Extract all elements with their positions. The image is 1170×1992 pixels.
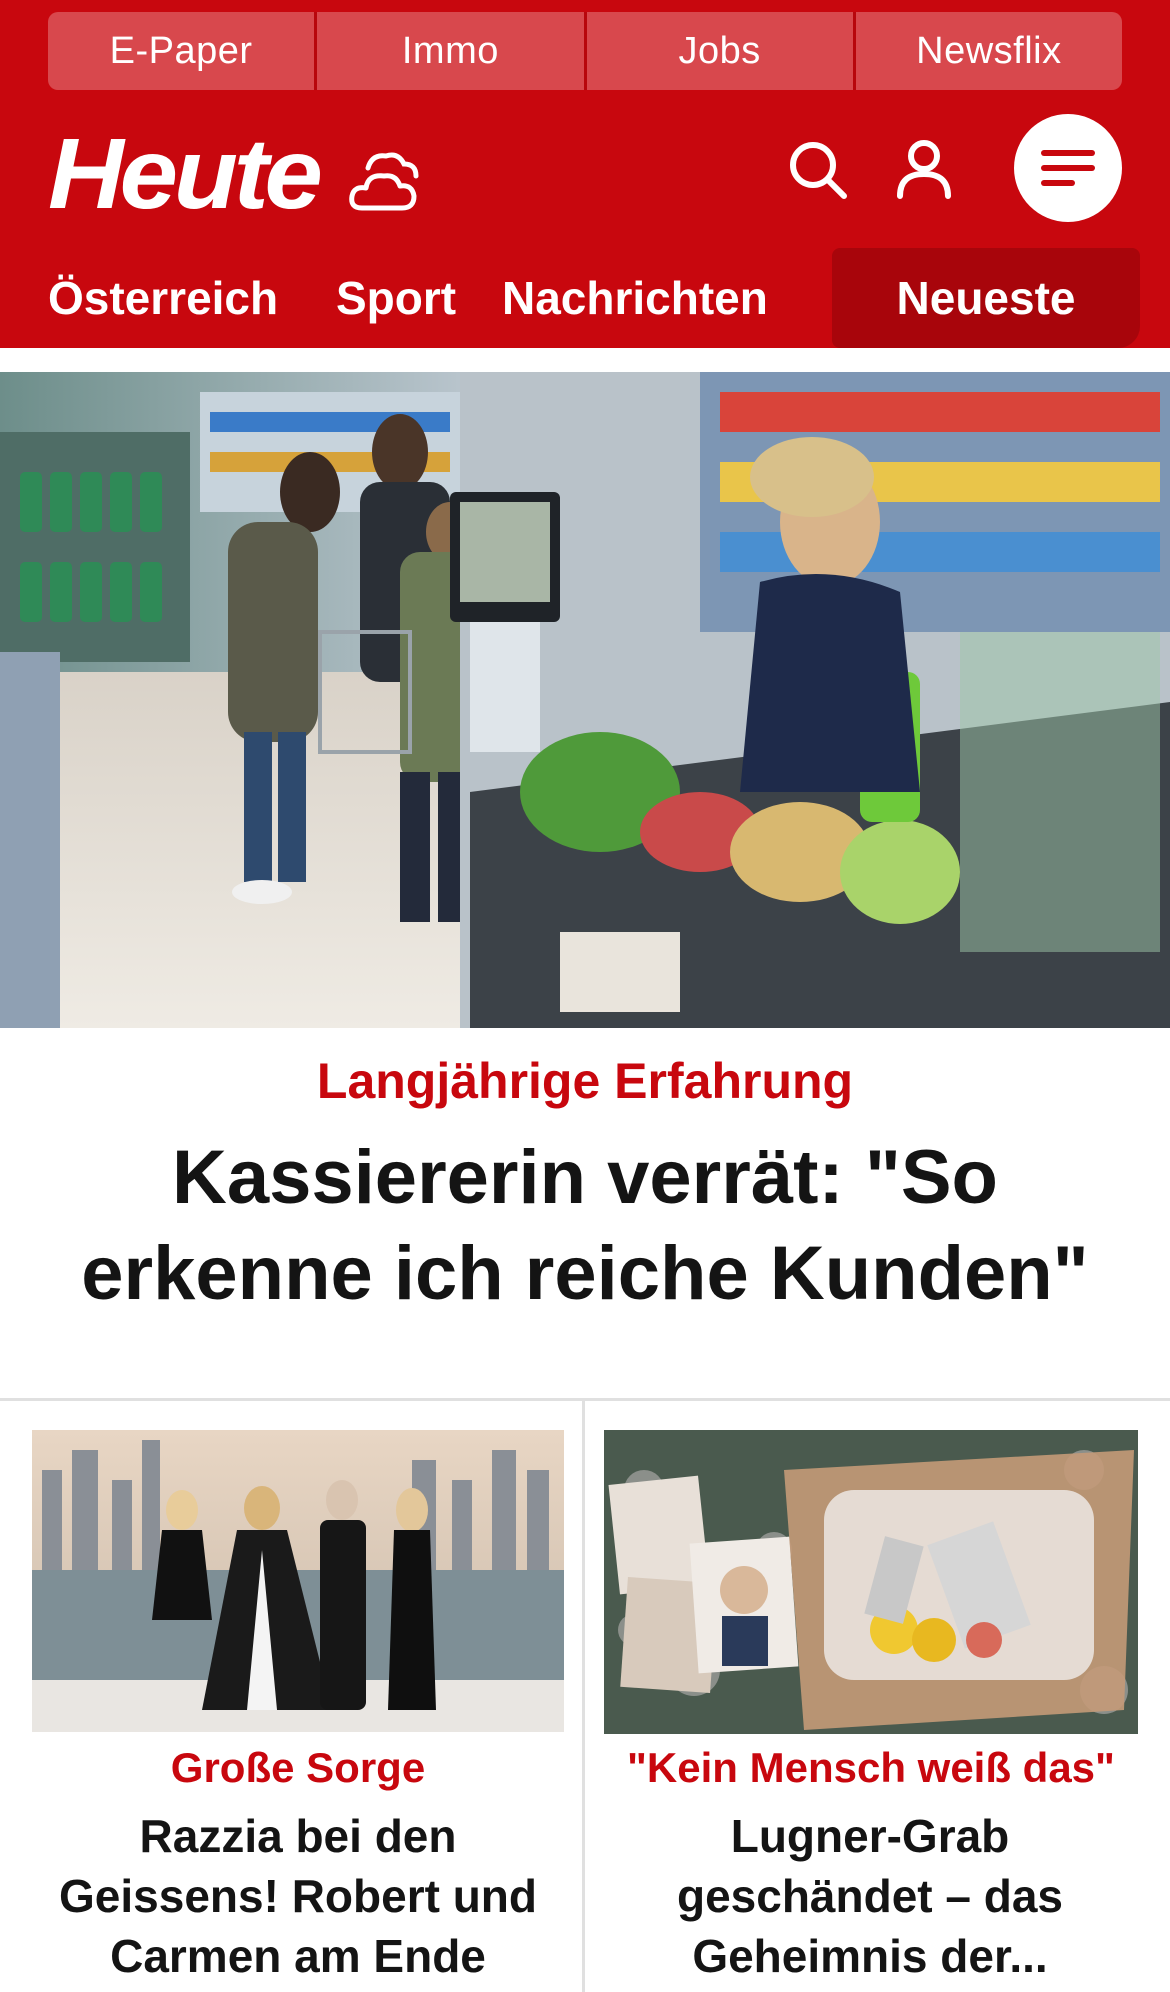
card-kicker-lugner[interactable]: "Kein Mensch weiß das"	[604, 1744, 1138, 1792]
user-icon[interactable]	[892, 136, 956, 200]
card-title-lugner[interactable]: Lugner-Grab geschändet – das Geheimnis d…	[630, 1806, 1110, 1986]
nav-item-neueste[interactable]: Neueste	[832, 248, 1140, 348]
card-image-lugner[interactable]	[604, 1430, 1138, 1734]
section-divider	[0, 1398, 1170, 1401]
search-icon[interactable]	[786, 138, 850, 202]
top-link-epaper[interactable]: E-Paper	[48, 12, 318, 90]
main-nav: Österreich Sport Nachrichten Neueste	[0, 248, 1170, 348]
nav-item-sport[interactable]: Sport	[336, 266, 456, 330]
card-image-geissens[interactable]	[32, 1430, 564, 1732]
nav-item-nachrichten[interactable]: Nachrichten	[502, 266, 768, 330]
hero-kicker[interactable]: Langjährige Erfahrung	[0, 1052, 1170, 1110]
card-kicker-geissens[interactable]: Große Sorge	[32, 1744, 564, 1792]
hamburger-menu-icon[interactable]	[1014, 114, 1122, 222]
site-logo[interactable]: Heute	[48, 124, 323, 224]
hero-image[interactable]	[0, 372, 1170, 1028]
cloud-weather-icon[interactable]	[346, 148, 422, 216]
hero-title[interactable]: Kassiererin verrät: "So erkenne ich reic…	[30, 1130, 1140, 1322]
column-divider	[582, 1400, 585, 1992]
top-link-immo[interactable]: Immo	[317, 12, 587, 90]
nav-item-oesterreich[interactable]: Österreich	[48, 266, 278, 330]
card-title-geissens[interactable]: Razzia bei den Geissens! Robert und Carm…	[32, 1806, 564, 1986]
top-link-jobs[interactable]: Jobs	[586, 12, 856, 90]
top-links-bar: E-Paper Immo Jobs Newsflix	[48, 12, 1122, 90]
site-header: E-Paper Immo Jobs Newsflix Heute Österre…	[0, 0, 1170, 348]
top-link-newsflix[interactable]: Newsflix	[855, 12, 1122, 90]
